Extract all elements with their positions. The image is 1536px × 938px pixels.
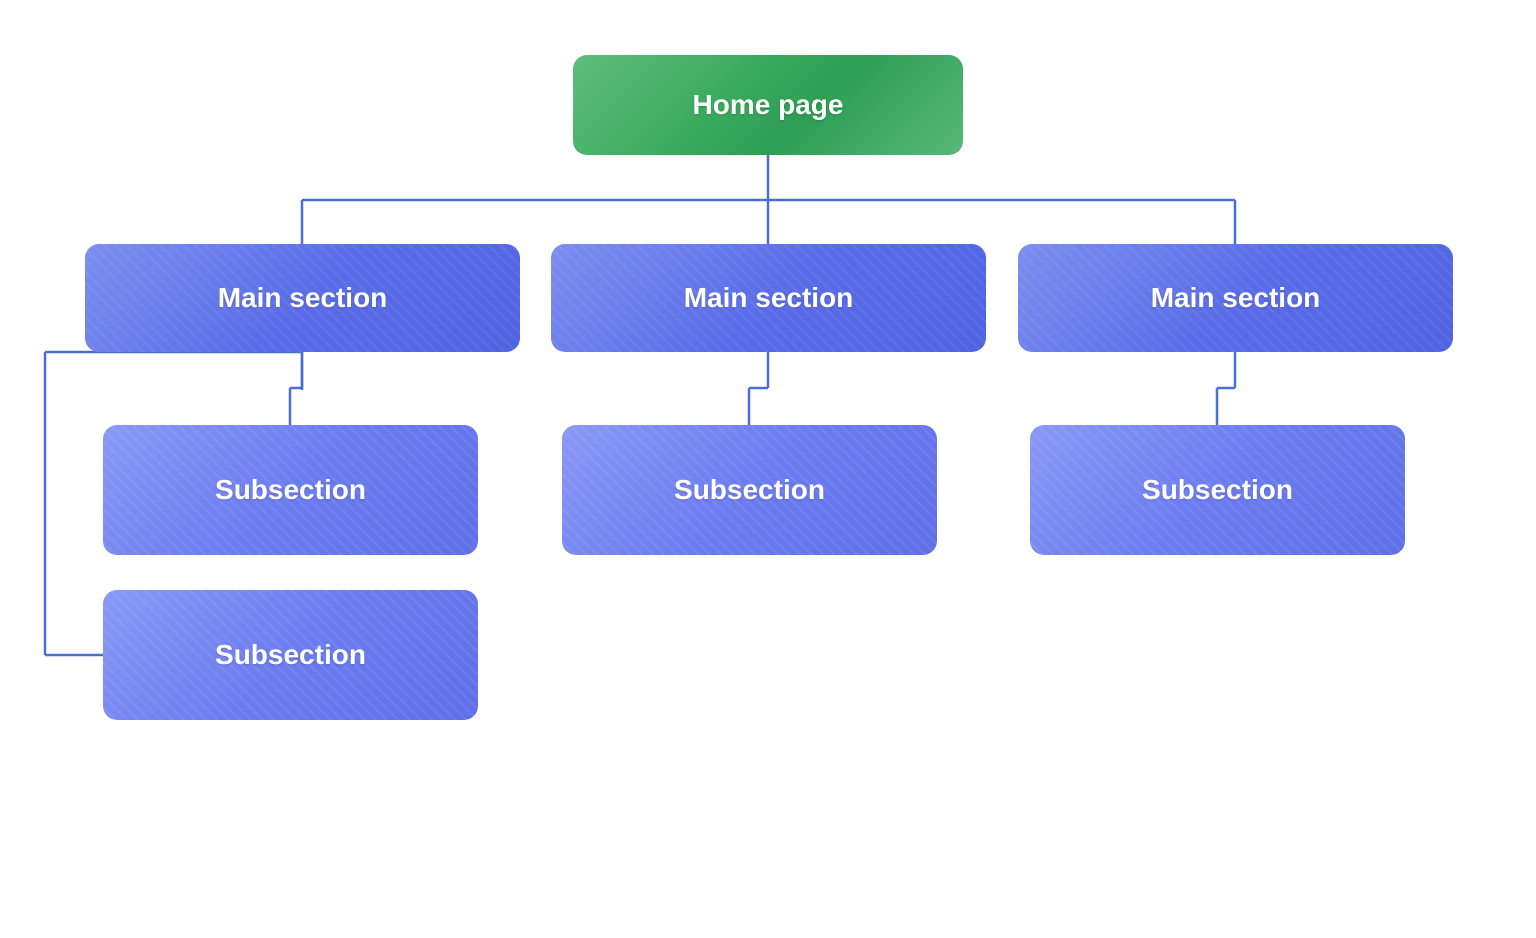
subsection-1-label: Subsection — [199, 473, 382, 507]
main-section-1-label: Main section — [202, 281, 404, 315]
subsection-2-node[interactable]: Subsection — [562, 425, 937, 555]
subsection-2-label: Subsection — [658, 473, 841, 507]
subsection-4-node[interactable]: Subsection — [103, 590, 478, 720]
subsection-4-label: Subsection — [199, 638, 382, 672]
subsection-3-node[interactable]: Subsection — [1030, 425, 1405, 555]
main-section-2-node[interactable]: Main section — [551, 244, 986, 352]
main-section-2-label: Main section — [668, 281, 870, 315]
home-page-node[interactable]: Home page — [573, 55, 963, 155]
home-page-label: Home page — [677, 88, 860, 122]
main-section-3-node[interactable]: Main section — [1018, 244, 1453, 352]
subsection-1-node[interactable]: Subsection — [103, 425, 478, 555]
main-section-3-label: Main section — [1135, 281, 1337, 315]
site-map-diagram: Home page Main section Main section Main… — [0, 0, 1536, 938]
subsection-3-label: Subsection — [1126, 473, 1309, 507]
main-section-1-node[interactable]: Main section — [85, 244, 520, 352]
